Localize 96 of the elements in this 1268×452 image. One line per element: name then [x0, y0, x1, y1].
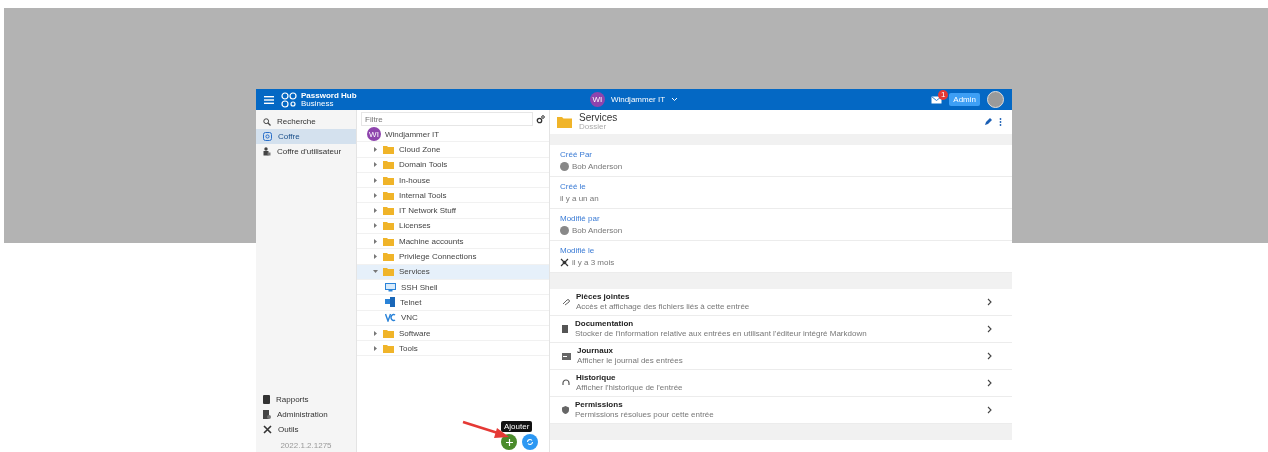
network-icon — [385, 297, 395, 308]
caret-right-icon[interactable] — [373, 162, 378, 168]
field-value: Bob Anderson — [572, 226, 623, 235]
tree-row[interactable]: Licenses — [357, 218, 549, 235]
field-label: Modifié le — [560, 246, 596, 255]
tree-row[interactable]: VNC — [357, 310, 549, 326]
folder-icon — [383, 206, 394, 216]
sidebar-item[interactable]: Administration — [256, 407, 356, 422]
folder-icon — [383, 252, 394, 261]
tree-row[interactable]: Tools — [357, 341, 549, 357]
paperclip-icon — [562, 298, 570, 306]
field-label: Créé le — [560, 182, 587, 191]
folder-icon — [383, 267, 394, 277]
log-icon — [562, 352, 571, 360]
book-icon — [263, 395, 270, 404]
vault-icon — [263, 132, 272, 141]
folder-icon — [383, 221, 394, 231]
field-value: Bob Anderson — [572, 162, 623, 171]
sidebar-item[interactable]: Rapports — [256, 392, 356, 407]
tree-row[interactable]: Privilege Connections — [357, 249, 549, 265]
sidebar-item[interactable]: Outils — [256, 422, 356, 437]
user-avatar — [560, 162, 569, 171]
tree-row[interactable]: SSH Shell — [357, 279, 549, 296]
search-icon — [263, 117, 271, 126]
field-value: il y a 3 mois — [572, 258, 615, 267]
folder-icon — [383, 236, 394, 246]
caret-right-icon[interactable] — [373, 238, 378, 244]
field-value: il y a un an — [560, 194, 599, 203]
field-label: Créé Par — [560, 150, 593, 159]
filter-field[interactable]: Filtre — [361, 112, 533, 126]
brand-subtitle: Business — [301, 99, 335, 108]
refresh-button[interactable] — [522, 434, 538, 450]
folder-icon — [383, 175, 394, 185]
caret-right-icon[interactable] — [373, 223, 378, 229]
shield-icon — [562, 406, 569, 414]
notification-count: 1 — [938, 89, 949, 100]
chevron-right-icon — [987, 379, 992, 387]
caret-right-icon[interactable] — [373, 345, 378, 351]
user-avatar — [560, 226, 569, 235]
field-label: Modifié par — [560, 214, 601, 223]
pencil-icon[interactable] — [984, 118, 992, 126]
caret-right-icon[interactable] — [373, 192, 378, 198]
tree-row[interactable]: Cloud Zone — [357, 142, 549, 158]
refresh-icon — [526, 438, 534, 446]
document-icon — [562, 325, 569, 333]
folder-icon — [383, 144, 394, 154]
caret-right-icon[interactable] — [373, 177, 378, 183]
chevron-right-icon — [987, 352, 992, 360]
org-avatar: WI — [589, 92, 605, 107]
tree-row[interactable]: In-house — [357, 172, 549, 189]
section-row[interactable]: Journaux Afficher le journal des entrées — [550, 343, 1012, 370]
tree-row[interactable]: Domain Tools — [357, 157, 549, 173]
org-avatar: WI — [367, 127, 381, 142]
chevron-right-icon — [987, 406, 992, 414]
section-row[interactable]: Pièces jointes Accès et affichage des fichiers liés à cette entrée — [550, 289, 1012, 316]
plus-icon — [505, 438, 513, 446]
tree-row[interactable]: IT Network Stuff — [357, 203, 549, 219]
sidebar-item[interactable]: Coffre — [256, 129, 356, 144]
settings-icon[interactable] — [536, 114, 545, 124]
section-row[interactable]: Permissions Permissions résolues pour cette entrée — [550, 397, 1012, 424]
folder-icon — [383, 190, 394, 200]
folder-icon — [383, 328, 394, 338]
folder-icon — [383, 343, 394, 353]
monitor-icon — [385, 282, 396, 292]
chevron-down-icon[interactable] — [671, 97, 679, 102]
section-row[interactable]: Documentation Stocker de l'information relative aux entrées en utilisant l'éditeur intégré Markdown — [550, 316, 1012, 343]
caret-right-icon[interactable] — [373, 254, 378, 259]
caret-right-icon[interactable] — [373, 330, 378, 336]
user-vault-icon — [263, 147, 271, 156]
sidebar-item[interactable]: Coffre d'utilisateur — [256, 144, 356, 159]
folder-title: Services — [579, 112, 619, 124]
sidebar-item[interactable]: Recherche — [256, 114, 356, 129]
user-avatar[interactable] — [987, 91, 1004, 108]
caret-down-icon[interactable] — [373, 269, 378, 275]
admin-icon — [263, 410, 271, 419]
section-row[interactable]: Historique Afficher l'historique de l'entrée — [550, 370, 1012, 397]
folder-icon — [383, 160, 394, 170]
menu-icon[interactable] — [264, 95, 274, 104]
org-name[interactable]: Windjammer IT — [610, 95, 666, 104]
tree-item[interactable]: Windjammer IT — [385, 129, 440, 139]
tooltip: Ajouter — [501, 421, 533, 432]
folder-icon — [557, 116, 572, 128]
vnc-icon — [385, 313, 396, 323]
chevron-right-icon — [987, 298, 992, 306]
tree-row[interactable]: Software — [357, 325, 549, 342]
tree-row[interactable]: Machine accounts — [357, 234, 549, 250]
logo-icon — [280, 91, 298, 108]
caret-right-icon[interactable] — [373, 208, 378, 214]
chevron-right-icon — [987, 325, 992, 333]
tree-row[interactable]: Telnet — [357, 295, 549, 311]
folder-type: Dossier — [579, 123, 608, 132]
brand-name: Password Hub — [301, 91, 357, 100]
tree-row[interactable]: Internal Tools — [357, 188, 549, 204]
version-text: 2022.1.2.1275 — [279, 441, 333, 450]
caret-right-icon[interactable] — [373, 146, 378, 152]
more-icon[interactable] — [999, 118, 1002, 126]
